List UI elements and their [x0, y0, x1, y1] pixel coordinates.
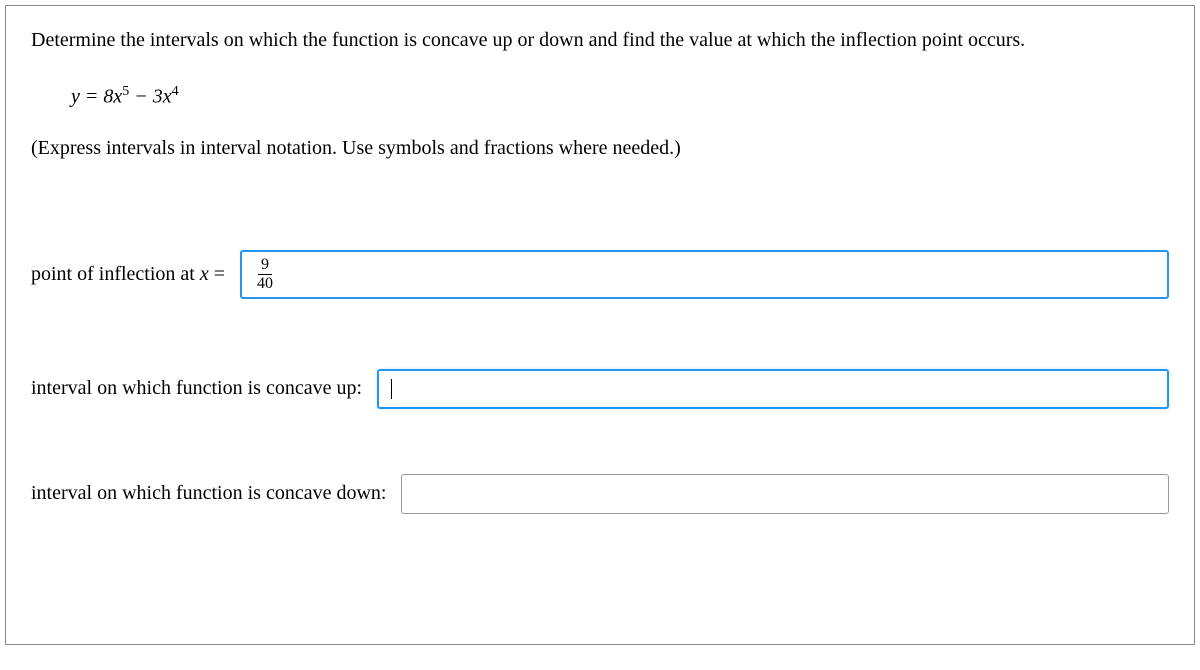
- formula-exp2: 4: [172, 84, 179, 99]
- inflection-label: point of inflection at x =: [31, 263, 225, 286]
- text-cursor: [391, 379, 392, 399]
- formula-var2: x: [163, 86, 172, 108]
- inflection-label-prefix: point of inflection at: [31, 263, 200, 285]
- instruction-text: (Express intervals in interval notation.…: [31, 137, 1169, 160]
- concave-up-label: interval on which function is concave up…: [31, 377, 362, 400]
- question-container: Determine the intervals on which the fun…: [5, 5, 1195, 645]
- formula-coef1: 8: [103, 86, 113, 108]
- inflection-label-suffix: =: [209, 263, 225, 285]
- formula-minus: −: [129, 86, 153, 108]
- concave-down-row: interval on which function is concave do…: [31, 474, 1169, 514]
- question-text: Determine the intervals on which the fun…: [31, 26, 1169, 54]
- fraction-numerator: 9: [258, 257, 272, 275]
- concave-up-row: interval on which function is concave up…: [31, 369, 1169, 409]
- inflection-input[interactable]: 9 40: [240, 250, 1169, 299]
- formula-var1: x: [113, 86, 122, 108]
- concave-down-input[interactable]: [401, 474, 1169, 514]
- formula-y: y: [71, 86, 80, 108]
- formula-coef2: 3: [153, 86, 163, 108]
- formula-eq: =: [80, 86, 104, 108]
- inflection-label-var: x: [200, 263, 209, 285]
- concave-down-label: interval on which function is concave do…: [31, 482, 386, 505]
- concave-up-input[interactable]: [377, 369, 1169, 409]
- fraction-value: 9 40: [254, 257, 276, 292]
- inflection-row: point of inflection at x = 9 40: [31, 250, 1169, 299]
- fraction-denominator: 40: [254, 275, 276, 292]
- formula: y = 8x5 − 3x4: [71, 84, 1169, 109]
